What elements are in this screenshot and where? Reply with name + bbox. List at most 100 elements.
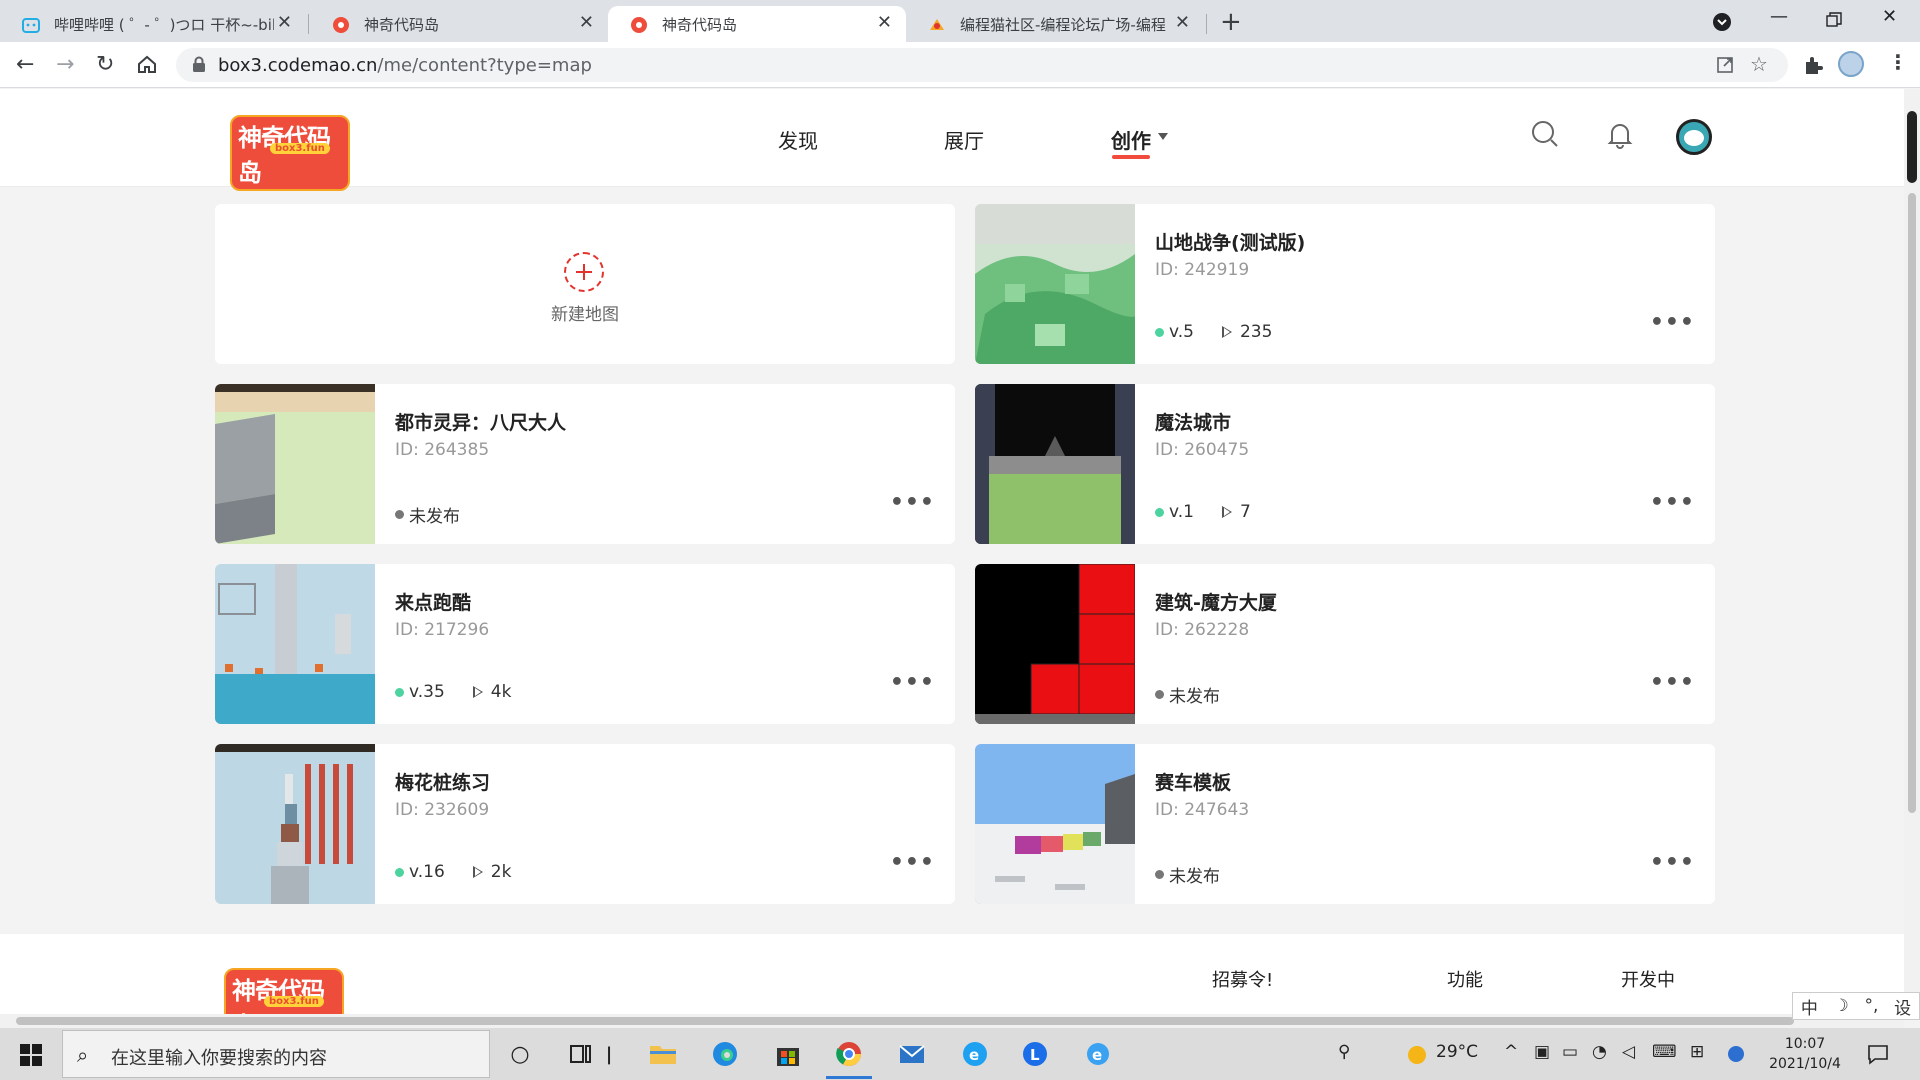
more-options-icon[interactable]: ••• [1650,670,1695,695]
map-card[interactable]: 山地战争(测试版) ID: 242919 v.5 235 ••• [975,204,1715,364]
address-bar[interactable]: box3.codemao.cn/me/content?type=map ☆ [176,48,1788,82]
user-avatar[interactable] [1676,119,1712,155]
map-status: 未发布 [409,507,460,527]
logo-subtext: box3.fun [270,143,330,154]
map-card[interactable]: 梅花桩练习 ID: 232609 v.16 2k ••• [215,744,955,904]
ie-browser-icon[interactable]: e [960,1040,990,1068]
svg-text:L: L [1030,1046,1040,1064]
weather-sun-icon[interactable] [1406,1044,1428,1066]
map-card[interactable]: 都市灵异：八尺大人 ID: 264385 未发布 ••• [215,384,955,544]
nav-discover[interactable]: 发现 [778,125,818,154]
taskbar-clock[interactable]: 10:07 2021/10/4 [1760,1034,1850,1074]
reload-icon[interactable]: ↻ [96,52,114,77]
extensions-puzzle-icon[interactable] [1802,54,1824,76]
ime-settings[interactable]: 设 [1894,994,1911,1019]
close-icon[interactable]: ✕ [579,12,594,33]
map-card[interactable]: 来点跑酷 ID: 217296 v.35 4k ••• [215,564,955,724]
tab-codemao-community[interactable]: 编程猫社区-编程论坛广场-编程 ✕ [906,6,1204,42]
chevron-up-icon[interactable]: ^ [1504,1042,1518,1062]
notification-center-icon[interactable] [1866,1042,1890,1066]
site-logo[interactable]: 神奇代码岛 box3.fun [230,115,350,191]
play-icon [1221,506,1232,518]
home-icon[interactable] [136,54,158,74]
more-options-icon[interactable]: ••• [1650,310,1695,335]
task-view-icon[interactable] [566,1040,596,1068]
forward-arrow-icon[interactable]: → [56,52,74,77]
horizontal-scrollbar[interactable] [0,1014,1904,1028]
microsoft-store-icon[interactable] [773,1040,803,1068]
scrollbar-thumb[interactable] [1908,193,1916,813]
mail-icon[interactable] [897,1040,927,1068]
close-icon[interactable]: ✕ [1175,12,1190,33]
footer-link-features[interactable]: 功能 [1447,966,1483,992]
more-options-icon[interactable]: ••• [890,490,935,515]
windows-start-icon[interactable] [20,1044,42,1066]
search-icon[interactable] [1530,119,1560,149]
footer-logo[interactable]: 神奇代码岛 box3.fun [224,968,344,1014]
bilibili-icon [22,18,40,33]
map-title: 建筑-魔方大厦 [1155,592,1277,614]
restore-icon[interactable] [1826,12,1842,28]
l-app-icon[interactable]: L [1020,1040,1050,1068]
battery-icon[interactable]: ▭ [1562,1042,1578,1062]
ime-toolbar: 中 ☽ °, 设 [1792,992,1920,1020]
input-method-icon[interactable]: ⊞ [1690,1042,1704,1062]
map-plays: 7 [1239,502,1251,522]
chevron-down-icon[interactable] [1158,133,1168,140]
scrollbar-top-thumb[interactable] [1907,111,1917,183]
scrollbar-thumb[interactable] [16,1017,1794,1025]
wifi-icon[interactable]: ◔ [1592,1042,1607,1062]
map-card[interactable]: 赛车模板 ID: 247643 未发布 ••• [975,744,1715,904]
sync-icon[interactable] [1726,1044,1746,1064]
footer-link-recruit[interactable]: 招募令! [1212,966,1273,992]
edge-browser-icon[interactable] [710,1040,740,1068]
chrome-icon[interactable] [834,1040,864,1068]
bookmark-star-icon[interactable]: ☆ [1750,52,1768,76]
footer-link-in-development[interactable]: 开发中 [1621,966,1675,992]
map-id: ID: 217296 [395,620,490,640]
url-text: box3.codemao.cn/me/content?type=map [218,55,592,76]
nav-gallery[interactable]: 展厅 [944,125,984,154]
close-icon[interactable]: ✕ [277,12,292,33]
new-tab-button[interactable]: + [1220,6,1242,38]
tab-title: 编程猫社区-编程论坛广场-编程 [960,15,1166,34]
cortana-icon[interactable]: ○ [505,1040,535,1068]
tray-app-icon[interactable]: ▣ [1534,1042,1550,1062]
profile-avatar[interactable] [1838,51,1864,77]
window-close-icon[interactable]: ✕ [1882,6,1897,27]
new-map-card[interactable]: 新建地图 [215,204,955,364]
ime-halfwidth-toggle[interactable]: ☽ [1834,996,1849,1016]
more-options-icon[interactable]: ••• [890,670,935,695]
more-options-icon[interactable]: ••• [1650,490,1695,515]
map-plays: 4k [490,682,512,702]
people-icon[interactable]: ⚲ [1338,1042,1350,1062]
map-meta: 未发布 [1155,862,1220,887]
tab-box3-active[interactable]: 神奇代码岛 ✕ [608,6,906,42]
nav-create[interactable]: 创作 [1111,125,1151,154]
tab-box3-1[interactable]: 神奇代码岛 ✕ [310,6,608,42]
ime-language-toggle[interactable]: 中 [1801,994,1818,1019]
vertical-scrollbar[interactable] [1904,89,1920,1014]
open-external-icon[interactable] [1716,56,1734,74]
map-id: ID: 264385 [395,440,490,460]
taskbar-search-box[interactable]: ⌕ 在这里输入你要搜索的内容 [62,1030,490,1078]
volume-icon[interactable]: ◁ [1622,1042,1635,1062]
more-options-icon[interactable]: ••• [1650,850,1695,875]
bell-icon[interactable] [1606,121,1634,149]
tab-search-icon[interactable] [1712,12,1732,32]
file-explorer-icon[interactable] [648,1040,678,1068]
internet-explorer-icon[interactable]: e [1083,1040,1113,1068]
map-card[interactable]: 魔法城市 ID: 260475 v.1 7 ••• [975,384,1715,544]
tab-bilibili[interactable]: 哔哩哔哩 ( ゜- ゜)つロ 干杯~-bili ✕ [0,6,306,42]
taskbar-divider-icon: | [605,1043,613,1065]
close-icon[interactable]: ✕ [877,12,892,33]
minimize-icon[interactable]: — [1770,6,1788,27]
back-arrow-icon[interactable]: ← [16,52,34,77]
map-card[interactable]: 建筑-魔方大厦 ID: 262228 未发布 ••• [975,564,1715,724]
browser-menu-icon[interactable]: ⋮ [1888,50,1908,74]
ime-punctuation-toggle[interactable]: °, [1865,996,1879,1016]
more-options-icon[interactable]: ••• [890,850,935,875]
keyboard-icon[interactable]: ⌨ [1652,1042,1677,1062]
weather-temperature[interactable]: 29°C [1436,1042,1478,1062]
map-id: ID: 232609 [395,800,490,820]
